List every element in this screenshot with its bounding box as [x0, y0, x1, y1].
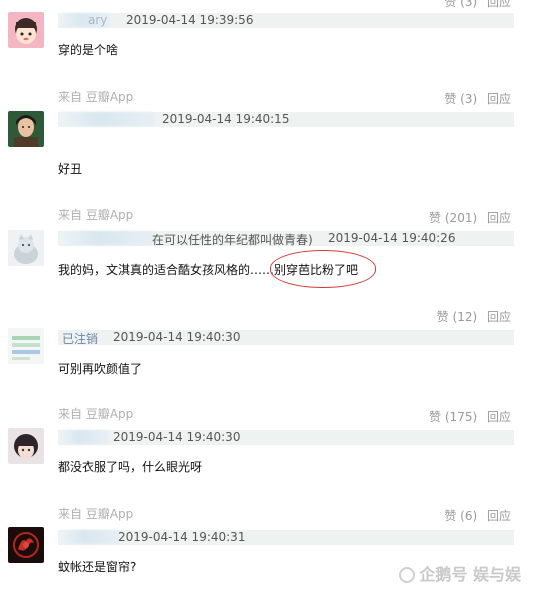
comment-text: 蚊帐还是窗帘?: [58, 560, 137, 574]
comment-source: 来自 豆瓣App: [58, 507, 134, 521]
comment-actions: 赞 (6) 回应: [438, 507, 511, 524]
watermark: 企鹅号 娱与娱: [399, 561, 521, 585]
reply-button[interactable]: 回应: [487, 509, 511, 523]
like-count: (6): [460, 509, 478, 523]
comment-item: 来自 豆瓣App 赞 (6) 回应 2019-04-14 19:40:31 蚊帐…: [0, 0, 533, 595]
penguin-logo-icon: [399, 567, 416, 583]
blurred-username: [60, 530, 120, 544]
dragon-emblem-avatar[interactable]: [8, 527, 44, 563]
comment-timestamp: 2019-04-14 19:40:31: [118, 530, 246, 544]
watermark-text: 企鹅号 娱与娱: [419, 565, 521, 584]
like-button[interactable]: 赞 (6): [444, 509, 477, 523]
